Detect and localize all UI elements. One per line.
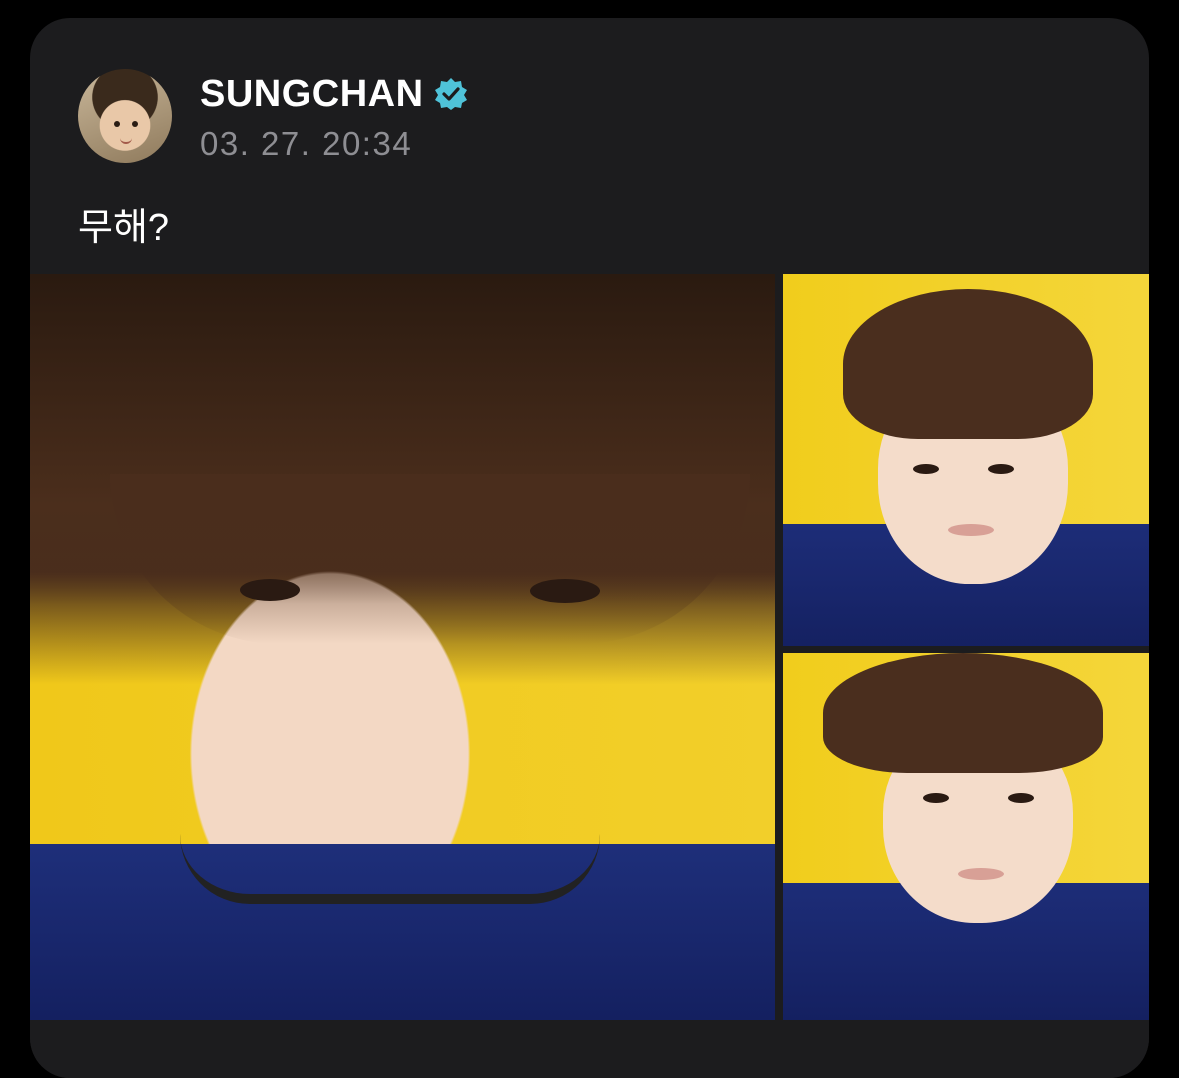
photo-detail [823, 653, 1103, 773]
post-photo-top-right[interactable] [783, 274, 1149, 646]
post-text: 무해? [78, 207, 170, 249]
photo-detail [240, 579, 300, 601]
post-photo-bottom-right[interactable] [783, 653, 1149, 1020]
photo-detail [948, 524, 994, 536]
avatar-detail [132, 121, 138, 127]
author-name[interactable]: SUNGCHAN [200, 73, 424, 116]
photo-detail [530, 579, 600, 603]
post-photo-main[interactable] [30, 274, 775, 1020]
photo-detail [913, 464, 939, 474]
photo-detail [843, 289, 1093, 439]
post-card: SUNGCHAN 03. 27. 20:34 무해? [30, 18, 1149, 1078]
post-footer [30, 1020, 1149, 1078]
photo-detail [110, 474, 750, 644]
photo-detail [988, 464, 1014, 474]
post-header: SUNGCHAN 03. 27. 20:34 [78, 66, 468, 166]
avatar-detail [114, 121, 120, 127]
photo-detail [180, 834, 600, 904]
verified-badge-icon [434, 77, 468, 111]
avatar-detail [120, 137, 132, 144]
photo-detail [1008, 793, 1034, 803]
author-meta: SUNGCHAN 03. 27. 20:34 [200, 69, 468, 163]
author-name-row: SUNGCHAN [200, 69, 468, 119]
avatar[interactable] [78, 69, 172, 163]
photo-detail [923, 793, 949, 803]
photo-detail [958, 868, 1004, 880]
post-timestamp: 03. 27. 20:34 [200, 125, 413, 162]
